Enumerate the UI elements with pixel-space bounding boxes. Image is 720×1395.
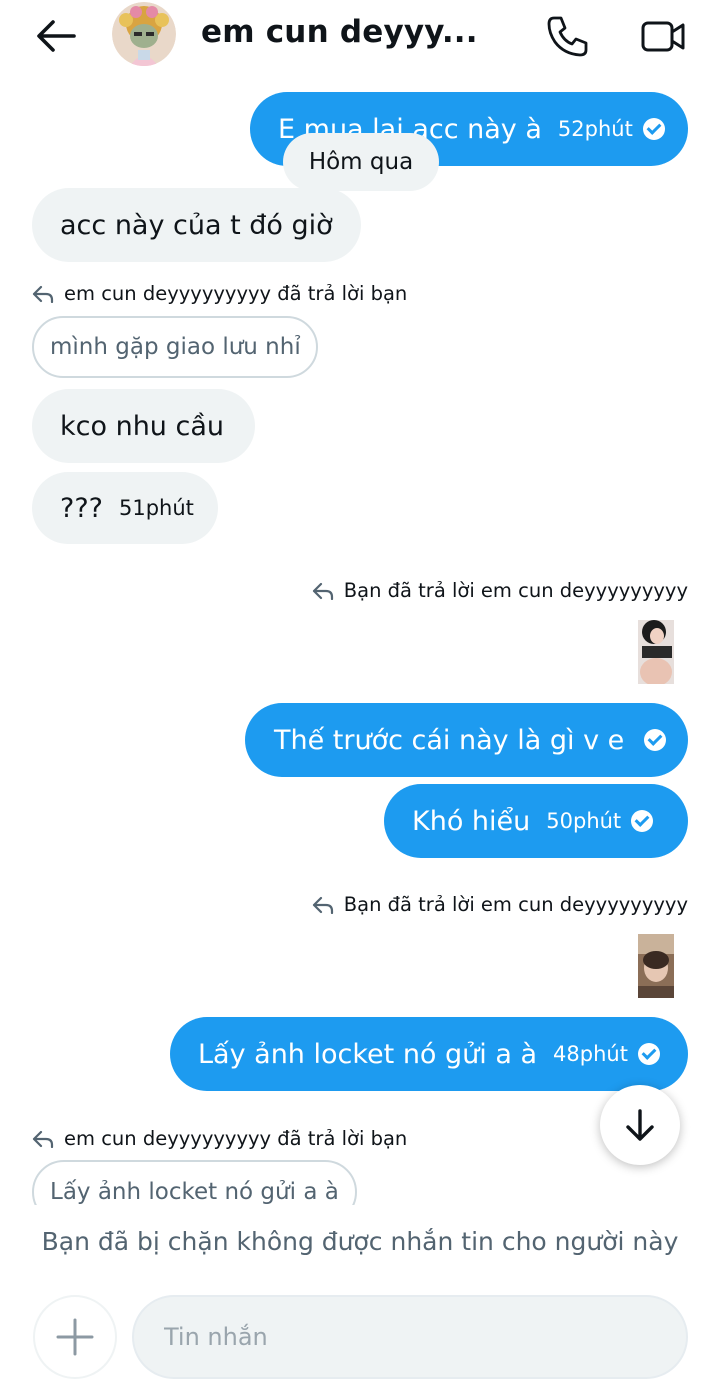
reply-arrow-icon [32,1130,54,1148]
message-bubble-outgoing[interactable]: Lấy ảnh locket nó gửi a à 48phút [170,1017,688,1091]
reply-label: em cun deyyyyyyyyy đã trả lời bạn [32,1127,407,1150]
video-call-button[interactable] [640,16,686,56]
message-time: 48phút [553,1042,628,1066]
message-bubble-incoming[interactable]: kco nhu cầu [32,389,255,463]
message-time: 50phút [546,809,622,833]
call-button[interactable] [546,14,590,58]
read-check-icon [631,810,654,832]
quoted-text: mình gặp giao lưu nhỉ [50,334,301,360]
reply-label: Bạn đã trả lời em cun deyyyyyyyyy [312,579,688,602]
phone-icon [547,16,588,57]
read-check-icon [637,1043,660,1065]
read-check-icon [644,729,667,751]
reply-label: Bạn đã trả lời em cun deyyyyyyyyy [312,893,688,916]
quoted-text: Lấy ảnh locket nó gửi a à [50,1179,339,1205]
message-text: Khó hiểu [412,805,531,837]
message-text: Lấy ảnh locket nó gửi a à [198,1038,538,1070]
chat-header: em cun deyyy... [0,0,720,80]
message-bubble-incoming[interactable]: acc này của t đó giờ [32,188,361,262]
reply-arrow-icon [312,896,333,914]
image-thumbnail[interactable] [638,620,674,684]
read-check-icon [642,118,665,140]
reply-label-text: em cun deyyyyyyyyy đã trả lời bạn [64,282,408,305]
reply-arrow-icon [312,582,333,600]
avatar[interactable] [112,2,176,66]
arrow-left-icon [37,20,76,52]
date-separator: Hôm qua [283,133,439,191]
video-camera-icon [641,21,685,52]
reply-label-text: em cun deyyyyyyyyy đã trả lời bạn [64,1127,408,1150]
message-text: Thế trước cái này là gì v e [274,724,625,756]
back-button[interactable] [36,16,80,56]
reply-label-text: Bạn đã trả lời em cun deyyyyyyyyy [343,579,688,602]
message-time: 52phút [557,117,633,141]
reply-label: em cun deyyyyyyyyy đã trả lời bạn [32,282,407,305]
message-text: acc này của t đó giờ [60,209,333,241]
quoted-message[interactable]: mình gặp giao lưu nhỉ [32,316,318,378]
add-attachment-button[interactable] [33,1295,117,1379]
message-text: kco nhu cầu [60,410,225,442]
message-bubble-outgoing[interactable]: Khó hiểu 50phút [384,784,688,858]
plus-icon [56,1318,94,1356]
message-bubble-outgoing[interactable]: Thế trước cái này là gì v e [245,703,688,777]
message-text: ??? [60,492,103,524]
message-bubble-incoming[interactable]: ??? 51phút [32,472,218,544]
conversation-title[interactable]: em cun deyyy... [201,14,478,50]
reply-arrow-icon [32,285,54,303]
blocked-notice: Bạn đã bị chặn không được nhắn tin cho n… [0,1205,720,1277]
image-thumbnail[interactable] [638,934,674,998]
arrow-down-icon [626,1109,654,1141]
message-time: 51phút [119,496,194,520]
message-input[interactable] [132,1295,688,1379]
reply-label-text: Bạn đã trả lời em cun deyyyyyyyyy [343,893,688,916]
message-composer [0,1280,720,1395]
scroll-to-bottom-button[interactable] [600,1085,680,1165]
